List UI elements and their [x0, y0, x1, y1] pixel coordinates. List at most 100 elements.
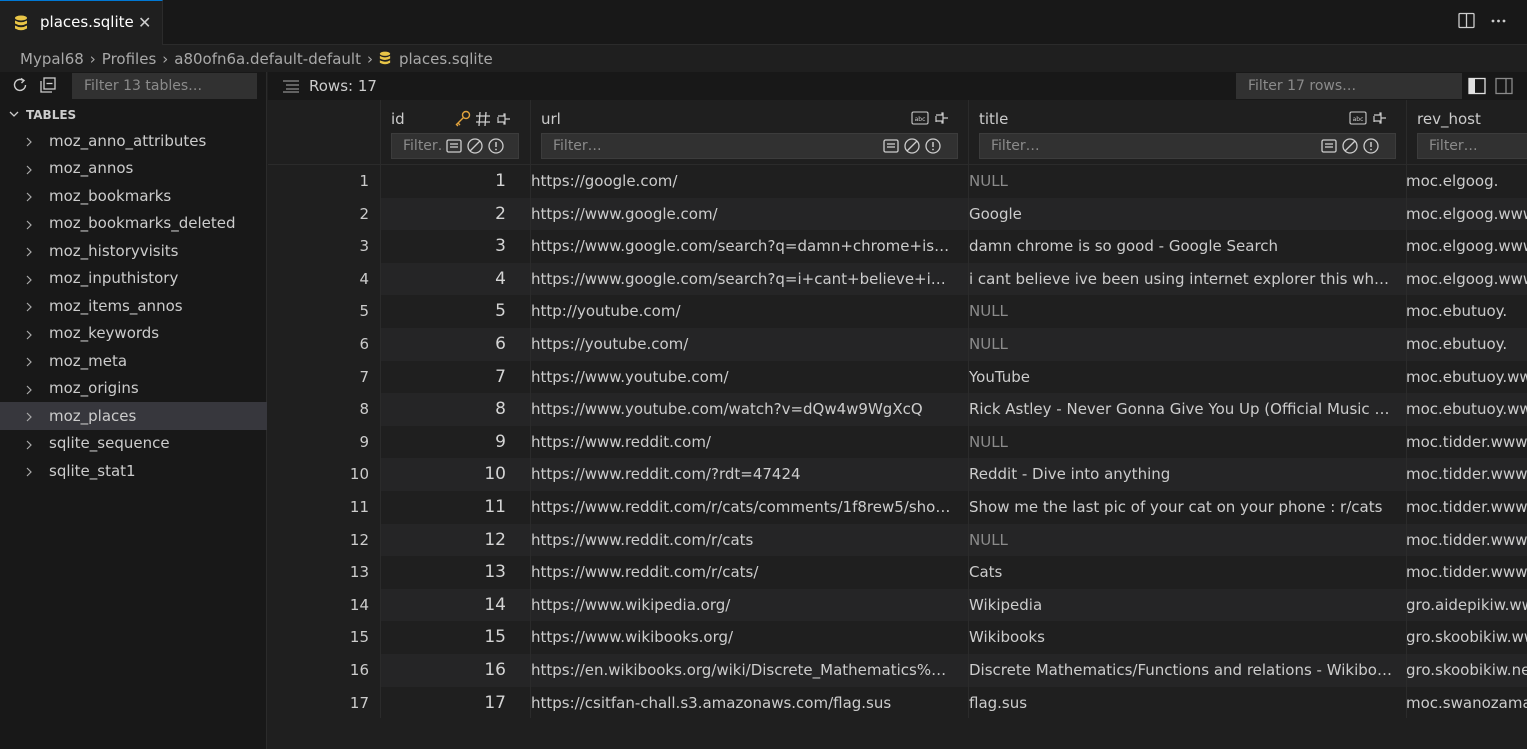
table-item[interactable]: moz_bookmarks_deleted — [0, 210, 267, 238]
text-match-icon[interactable] — [882, 137, 900, 159]
cell-id[interactable]: 4 — [381, 263, 517, 296]
table-item[interactable]: moz_keywords — [0, 320, 267, 348]
cell-rev-host[interactable]: moc.elgoog.www. — [1406, 263, 1527, 296]
split-editor-icon[interactable] — [1458, 12, 1475, 33]
null-filter-icon[interactable] — [466, 137, 484, 159]
cell-title[interactable]: damn chrome is so good - Google Search — [969, 230, 1392, 263]
row-filter-input[interactable] — [1236, 73, 1462, 99]
cell-rev-host[interactable]: moc.ebutuoy.www. — [1406, 361, 1527, 394]
table-row[interactable]: 13 13 https://www.reddit.com/r/cats/Cats mo… — [268, 556, 1527, 589]
close-icon[interactable]: ✕ — [138, 13, 151, 32]
pin-icon[interactable] — [933, 110, 949, 130]
cell-rev-host[interactable]: moc.elgoog. — [1406, 165, 1527, 198]
cell-id[interactable]: 15 — [381, 621, 517, 654]
cell-id[interactable]: 12 — [381, 524, 517, 557]
rev-host-filter-field[interactable] — [1417, 133, 1527, 159]
id-filter-input[interactable] — [392, 134, 444, 158]
table-row[interactable]: 15 15 https://www.wikibooks.org/Wikibooks g… — [268, 621, 1527, 654]
column-header-url[interactable]: url abc — [530, 100, 968, 165]
title-filter-input[interactable] — [980, 134, 1310, 158]
cell-url[interactable]: https://csitfan-chall.s3.amazonaws.com/f… — [531, 687, 954, 720]
invert-filter-icon[interactable] — [1362, 137, 1380, 159]
table-item[interactable]: moz_historyvisits — [0, 237, 267, 265]
cell-id[interactable]: 5 — [381, 295, 517, 328]
cell-rev-host[interactable]: moc.tidder.www. — [1406, 426, 1527, 459]
table-item[interactable]: moz_annos — [0, 155, 267, 183]
table-row[interactable]: 11 11 https://www.reddit.com/r/cats/commen… — [268, 490, 1527, 524]
layout-right-panel-icon[interactable] — [1495, 77, 1513, 99]
cell-title[interactable]: NULL — [969, 328, 1392, 361]
cell-id[interactable]: 1 — [381, 165, 517, 198]
null-filter-icon[interactable] — [1341, 137, 1359, 159]
rev-host-filter-input[interactable] — [1418, 134, 1527, 158]
cell-id[interactable]: 13 — [381, 556, 517, 589]
cell-id[interactable]: 10 — [381, 458, 517, 491]
cell-url[interactable]: https://www.reddit.com/ — [531, 426, 954, 459]
cell-url[interactable]: https://www.reddit.com/?rdt=47424 — [531, 458, 954, 491]
cell-title[interactable]: Reddit - Dive into anything — [969, 458, 1392, 491]
table-row[interactable]: 6 6 https://youtube.com/NULL moc.ebutuoy. — [268, 327, 1527, 361]
table-row[interactable]: 17 17 https://csitfan-chall.s3.amazonaws.c… — [268, 686, 1527, 720]
cell-url[interactable]: https://www.google.com/ — [531, 198, 954, 231]
breadcrumb-item[interactable]: a80ofn6a.default-default — [174, 50, 361, 68]
table-row[interactable]: 1 1 https://google.com/NULL moc.elgoog. — [268, 165, 1527, 198]
cell-title[interactable]: NULL — [969, 524, 1392, 557]
cell-title[interactable]: Rick Astley - Never Gonna Give You Up (O… — [969, 393, 1392, 426]
cell-url[interactable]: https://youtube.com/ — [531, 328, 954, 361]
table-row[interactable]: 12 12 https://www.reddit.com/r/cats NULL moc… — [268, 523, 1527, 557]
table-item[interactable]: moz_places — [0, 402, 267, 430]
cell-title[interactable]: Cats — [969, 556, 1392, 589]
table-row[interactable]: 14 14 https://www.wikipedia.org/Wikipedia g… — [268, 588, 1527, 622]
cell-rev-host[interactable]: gro.skoobikiw.ne. — [1406, 654, 1527, 687]
text-match-icon[interactable] — [445, 137, 463, 159]
cell-title[interactable]: Show me the last pic of your cat on your… — [969, 491, 1392, 524]
cell-title[interactable]: flag.sus — [969, 687, 1392, 720]
cell-title[interactable]: Wikipedia — [969, 589, 1392, 622]
id-filter-field[interactable] — [391, 133, 519, 159]
cell-id[interactable]: 16 — [381, 654, 517, 687]
cell-url[interactable]: https://www.reddit.com/r/cats/ — [531, 556, 954, 589]
breadcrumb-item[interactable]: Profiles — [102, 50, 156, 68]
table-row[interactable]: 9 9 https://www.reddit.com/NULL moc.tidder.… — [268, 425, 1527, 459]
column-header-title[interactable]: title abc — [968, 100, 1406, 165]
cell-rev-host[interactable]: moc.swanozama. — [1406, 687, 1527, 720]
cell-rev-host[interactable]: moc.ebutuoy. — [1406, 328, 1527, 361]
refresh-icon[interactable] — [11, 76, 29, 98]
cell-url[interactable]: https://google.com/ — [531, 165, 954, 198]
cell-rev-host[interactable]: moc.tidder.www. — [1406, 556, 1527, 589]
cell-url[interactable]: https://www.google.com/search?q=i+cant+b… — [531, 263, 954, 296]
table-row[interactable]: 2 2 https://www.google.com/Google moc.elgoo… — [268, 197, 1527, 231]
cell-title[interactable]: NULL — [969, 295, 1392, 328]
pin-icon[interactable] — [1371, 110, 1387, 130]
cell-title[interactable]: NULL — [969, 165, 1392, 198]
cell-rev-host[interactable]: moc.elgoog.www. — [1406, 198, 1527, 231]
table-row[interactable]: 7 7 https://www.youtube.com/YouTube moc.ebu… — [268, 360, 1527, 394]
cell-id[interactable]: 6 — [381, 328, 517, 361]
null-filter-icon[interactable] — [903, 137, 921, 159]
pin-icon[interactable] — [495, 111, 511, 131]
tables-section-header[interactable]: TABLES — [0, 103, 267, 127]
breadcrumb-item[interactable]: Mypal68 — [20, 50, 84, 68]
cell-url[interactable]: https://en.wikibooks.org/wiki/Discrete_M… — [531, 654, 954, 687]
cell-url[interactable]: https://www.wikibooks.org/ — [531, 621, 954, 654]
url-filter-input[interactable] — [542, 134, 872, 158]
cell-url[interactable]: https://www.youtube.com/watch?v=dQw4w9Wg… — [531, 393, 954, 426]
table-item[interactable]: moz_bookmarks — [0, 182, 267, 210]
title-filter-field[interactable] — [979, 133, 1396, 159]
table-row[interactable]: 5 5 http://youtube.com/NULL moc.ebutuoy. — [268, 295, 1527, 328]
cell-title[interactable]: Wikibooks — [969, 621, 1392, 654]
table-item[interactable]: moz_anno_attributes — [0, 127, 267, 155]
cell-title[interactable]: i cant believe ive been using internet e… — [969, 263, 1392, 296]
cell-title[interactable]: Google — [969, 198, 1392, 231]
cell-rev-host[interactable]: moc.ebutuoy. — [1406, 295, 1527, 328]
tab-places-sqlite[interactable]: places.sqlite ✕ — [0, 0, 163, 45]
cell-url[interactable]: http://youtube.com/ — [531, 295, 954, 328]
invert-filter-icon[interactable] — [924, 137, 942, 159]
table-item[interactable]: moz_origins — [0, 375, 267, 403]
table-row[interactable]: 16 16 https://en.wikibooks.org/wiki/Discre… — [268, 653, 1527, 687]
cell-rev-host[interactable]: moc.tidder.www. — [1406, 458, 1527, 491]
layout-left-panel-icon[interactable] — [1468, 77, 1486, 99]
cell-rev-host[interactable]: moc.tidder.www. — [1406, 491, 1527, 524]
table-row[interactable]: 10 10 https://www.reddit.com/?rdt=47424 Red… — [268, 458, 1527, 491]
table-filter-input[interactable] — [72, 73, 257, 99]
